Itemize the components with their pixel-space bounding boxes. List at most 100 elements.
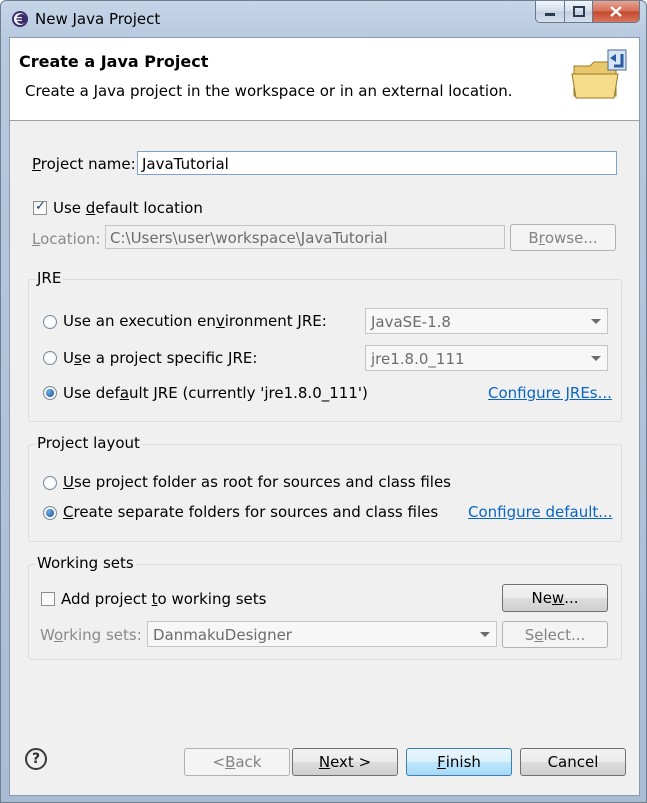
minimize-icon — [545, 12, 555, 16]
location-label: Location: — [32, 230, 101, 248]
working-sets-mnemonic: o — [53, 626, 64, 644]
project-name-label-text: roject name: — [40, 155, 136, 173]
configure-default-link[interactable]: Configure default... — [468, 503, 613, 521]
checkmark-icon: ✓ — [35, 199, 46, 214]
banner-description: Create a Java project in the workspace o… — [25, 82, 513, 100]
working-sets-value: DanmakuDesigner — [153, 626, 292, 644]
banner-title: Create a Java Project — [19, 52, 209, 71]
back-text-end: ack — [235, 753, 262, 771]
select-text-end: lect... — [543, 625, 586, 644]
jre-option2-mnemonic: s — [73, 349, 82, 367]
project-layout-group-title: Project layout — [35, 434, 142, 452]
use-default-location-label[interactable]: Use default location — [53, 199, 203, 217]
jre-option-default-label[interactable]: Use default JRE (currently 'jre1.8.0_111… — [63, 384, 368, 402]
working-sets-label-text-end: rking sets: — [63, 626, 142, 644]
wizard-banner: Create a Java Project Create a Java proj… — [10, 38, 639, 121]
browse-button[interactable]: Br owse... — [510, 224, 616, 251]
select-text: S — [524, 625, 535, 644]
next-button[interactable]: Next > — [292, 748, 398, 776]
new-working-set-button[interactable]: Ne w... — [502, 584, 608, 612]
use-default-location-checkbox[interactable]: ✓ — [33, 199, 47, 215]
layout-option-separate-label[interactable]: Create separate folders for sources and … — [63, 503, 438, 521]
add-to-working-sets-text-end: o working sets — [157, 590, 267, 608]
working-sets-group-title: Working sets — [35, 554, 136, 572]
jre-option-execution-env-radio[interactable] — [43, 315, 57, 329]
location-label-text: ocation: — [40, 230, 101, 248]
add-to-working-sets-text: Add project — [61, 590, 152, 608]
use-default-location-mnemonic: d — [85, 199, 96, 217]
project-name-label: Project name: — [32, 155, 136, 173]
help-button[interactable]: ? — [25, 748, 47, 770]
browse-text: B — [528, 228, 539, 247]
layout-option-separate-radio[interactable] — [43, 506, 57, 520]
cancel-button[interactable]: Cancel — [520, 748, 626, 776]
layout-option-root-radio[interactable] — [43, 476, 57, 490]
location-mnemonic: L — [32, 230, 41, 248]
java-project-folder-icon — [571, 49, 627, 99]
window-title: New Java Project — [35, 10, 161, 28]
back-mnemonic: B — [225, 753, 236, 771]
back-button[interactable]: < Back — [184, 748, 290, 776]
project-name-mnemonic: P — [32, 155, 41, 173]
new-text: Ne — [531, 589, 552, 607]
eclipse-icon — [12, 11, 28, 27]
close-button[interactable] — [593, 1, 640, 23]
minimize-button[interactable] — [535, 1, 565, 23]
help-icon: ? — [31, 751, 41, 767]
jre-option1-mnemonic: v — [215, 312, 225, 330]
add-to-working-sets-checkbox[interactable] — [41, 592, 55, 606]
chevron-down-icon — [591, 319, 601, 324]
project-specific-jre-select[interactable]: jre1.8.0_111 — [365, 345, 608, 371]
next-text: ext > — [330, 753, 372, 771]
layout-option-root-label[interactable]: Use project folder as root for sources a… — [63, 473, 451, 491]
jre-option1-text-end: ironment JRE: — [224, 312, 327, 330]
project-specific-jre-value: jre1.8.0_111 — [371, 350, 465, 368]
jre-option3-mnemonic: a — [119, 384, 130, 402]
new-mnemonic: w — [551, 589, 565, 607]
location-input[interactable]: C:\Users\user\workspace\JavaTutorial — [105, 225, 505, 249]
layout-option2-mnemonic: C — [63, 503, 74, 521]
add-to-working-sets-label[interactable]: Add project to working sets — [61, 590, 266, 608]
layout-option2-text: reate separate folders for sources and c… — [73, 503, 439, 521]
caption-buttons — [535, 1, 640, 23]
working-sets-select[interactable]: DanmakuDesigner — [147, 621, 497, 647]
jre-option1-text: Use an execution en — [63, 312, 216, 330]
layout-option1-text: se project folder as root for sources an… — [73, 473, 451, 491]
project-layout-group — [28, 444, 622, 542]
chevron-down-icon — [591, 356, 601, 361]
jre-option-project-specific-radio[interactable] — [43, 351, 57, 365]
finish-mnemonic: F — [437, 753, 446, 771]
execution-env-select[interactable]: JavaSE-1.8 — [365, 308, 608, 334]
jre-option-default-radio[interactable] — [43, 386, 57, 400]
finish-button[interactable]: Finish — [406, 748, 512, 776]
project-name-input[interactable]: JavaTutorial — [137, 151, 617, 175]
finish-text: inish — [445, 753, 481, 771]
layout-option1-mnemonic: U — [63, 473, 74, 491]
back-text: < — [212, 753, 226, 771]
use-default-location-text: Use — [53, 199, 86, 217]
working-sets-label: Working sets: — [40, 626, 142, 644]
title-bar[interactable]: New Java Project — [1, 1, 646, 37]
new-text-end: ... — [564, 589, 579, 607]
use-default-location-text-end: efault location — [95, 199, 203, 217]
maximize-button[interactable] — [565, 1, 593, 23]
jre-option3-text: Use def — [63, 384, 120, 402]
dialog-body: Create a Java Project Create a Java proj… — [9, 37, 640, 796]
dialog-window: New Java Project Create a Java Project C… — [0, 0, 647, 803]
close-icon — [610, 6, 622, 17]
jre-option-project-specific-label[interactable]: Use a project specific JRE: — [63, 349, 257, 367]
jre-option-execution-env-label[interactable]: Use an execution environment JRE: — [63, 312, 327, 330]
maximize-icon — [572, 6, 585, 17]
execution-env-value: JavaSE-1.8 — [371, 313, 451, 331]
browse-text-end: owse... — [544, 228, 598, 247]
jre-option2-text-end: e a project specific JRE: — [81, 349, 258, 367]
working-sets-label-text: W — [40, 626, 54, 644]
select-working-set-button[interactable]: Se lect... — [502, 621, 608, 648]
select-mnemonic: e — [534, 625, 544, 644]
jre-option3-text-end: ult JRE (currently 'jre1.8.0_111') — [129, 384, 368, 402]
jre-group-title: JRE — [35, 269, 64, 287]
chevron-down-icon — [480, 632, 490, 637]
next-mnemonic: N — [318, 753, 331, 771]
jre-option2-text: U — [63, 349, 74, 367]
configure-jres-link[interactable]: Configure JREs... — [488, 384, 612, 402]
